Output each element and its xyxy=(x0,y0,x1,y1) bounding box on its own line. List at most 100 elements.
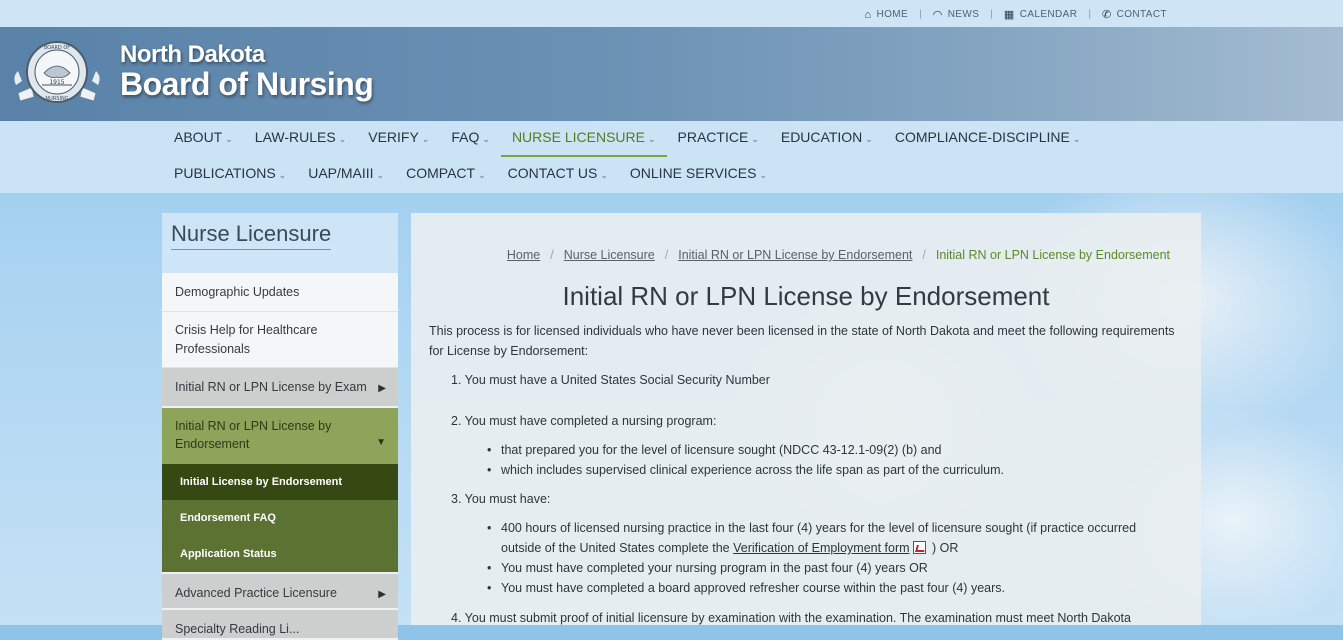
requirement-3-bullet-1: 400 hours of licensed nursing practice i… xyxy=(487,518,1161,558)
sidebar-item-label: Specialty Reading Li... xyxy=(175,622,300,636)
nav-item-education[interactable]: EDUCATION ⌄ xyxy=(770,121,884,157)
nav-item-label: COMPLIANCE-DISCIPLINE xyxy=(894,129,1070,145)
sidebar-title: Nurse Licensure xyxy=(162,213,398,273)
verification-of-employment-link[interactable]: Verification of Employment form xyxy=(733,541,909,555)
nav-item-online-services[interactable]: ONLINE SERVICES ⌄ xyxy=(619,157,778,193)
home-icon: ⌂ xyxy=(864,8,872,21)
main-nav-row-1: ABOUT ⌄ LAW-RULES ⌄ VERIFY ⌄ FAQ ⌄ NURSE LIC… xyxy=(163,121,1091,157)
chevron-down-icon: ⌄ xyxy=(865,134,873,144)
sidebar-subitem-endorsement-faq[interactable]: Endorsement FAQ xyxy=(162,500,398,536)
sidebar-item-label: Initial RN or LPN License by Exam xyxy=(175,380,367,394)
nav-item-compact[interactable]: COMPACT ⌄ xyxy=(395,157,497,193)
site-brand[interactable]: North Dakota Board of Nursing xyxy=(120,42,374,102)
sidebar-item-demographic-updates[interactable]: Demographic Updates xyxy=(162,273,398,312)
sidebar-subitem-initial-license-by-endorsement[interactable]: Initial License by Endorsement xyxy=(162,464,398,500)
utility-bar: ⌂ HOME | ◠ NEWS | ▦ CALENDAR | ✆ CONTACT xyxy=(0,0,1343,27)
board-seal-logo[interactable]: BOARD OF 1915 NURSING xyxy=(12,37,102,111)
chevron-down-icon: ⌄ xyxy=(600,170,608,180)
caret-down-icon: ▼ xyxy=(376,437,386,448)
sidebar-item-label: Advanced Practice Licensure xyxy=(175,586,337,600)
chevron-down-icon: ⌄ xyxy=(482,134,490,144)
utility-nav: ⌂ HOME | ◠ NEWS | ▦ CALENDAR | ✆ CONTACT xyxy=(864,8,1167,22)
chevron-down-icon: ⌄ xyxy=(338,134,347,144)
requirement-4: 4. You must submit proof of initial lice… xyxy=(451,611,1131,625)
nav-item-label: LAW-RULES xyxy=(254,129,336,145)
requirement-1: 1. You must have a United States Social … xyxy=(451,373,770,387)
requirement-3-bullet-2: You must have completed your nursing pro… xyxy=(487,558,1161,578)
sidebar-subitem-label: Endorsement FAQ xyxy=(180,512,276,524)
rss-icon: ◠ xyxy=(932,9,943,21)
util-contact-label: CONTACT xyxy=(1116,9,1167,20)
bullet-text-end: ) OR xyxy=(928,541,959,555)
nav-item-nurse-licensure[interactable]: NURSE LICENSURE ⌄ xyxy=(500,121,667,157)
util-home-link[interactable]: ⌂ HOME xyxy=(864,9,908,21)
util-news-link[interactable]: ◠ NEWS xyxy=(933,8,980,21)
chevron-down-icon: ⌄ xyxy=(225,134,233,144)
requirement-2-bullet-2: which includes supervised clinical exper… xyxy=(487,460,1161,480)
sidebar-item-license-by-endorsement[interactable]: Initial RN or LPN License by Endorsement… xyxy=(162,408,398,464)
chevron-down-icon: ⌄ xyxy=(421,134,430,144)
chevron-down-icon: ⌄ xyxy=(278,170,287,180)
util-calendar-link[interactable]: ▦ CALENDAR xyxy=(1004,8,1077,21)
seal-bottom-text: NURSING xyxy=(45,96,68,102)
breadcrumb: Home / Nurse Licensure / Initial RN or L… xyxy=(507,248,1170,262)
nav-item-label: NURSE LICENSURE xyxy=(511,129,645,145)
caret-right-icon: ▶ xyxy=(378,383,386,394)
nav-item-contact-us[interactable]: CONTACT US ⌄ xyxy=(497,157,619,193)
nav-item-publications[interactable]: PUBLICATIONS ⌄ xyxy=(163,157,297,193)
nav-item-compliance-discipline[interactable]: COMPLIANCE-DISCIPLINE ⌄ xyxy=(884,121,1092,157)
sidebar-title-text: Nurse Licensure xyxy=(171,221,332,250)
nav-item-label: ABOUT xyxy=(174,129,223,145)
nav-item-label: FAQ xyxy=(451,129,480,145)
breadcrumb-nurse-licensure[interactable]: Nurse Licensure xyxy=(564,248,655,262)
chevron-down-icon: ⌄ xyxy=(647,134,656,144)
main-navigation: ABOUT ⌄ LAW-RULES ⌄ VERIFY ⌄ FAQ ⌄ NURSE LIC… xyxy=(0,121,1343,193)
sidebar-item-license-by-exam[interactable]: Initial RN or LPN License by Exam ▶ xyxy=(162,368,398,408)
sidebar-item-crisis-help[interactable]: Crisis Help for Healthcare Professionals xyxy=(162,312,398,368)
caret-right-icon: ▶ xyxy=(378,589,386,600)
nav-item-label: EDUCATION xyxy=(780,129,863,145)
nav-item-faq[interactable]: FAQ ⌄ xyxy=(440,121,501,157)
nav-item-law-rules[interactable]: LAW-RULES ⌄ xyxy=(244,121,357,157)
breadcrumb-separator: / xyxy=(550,248,554,262)
breadcrumb-separator: / xyxy=(922,248,926,262)
seal-top-text: BOARD OF xyxy=(44,45,70,51)
breadcrumb-home[interactable]: Home xyxy=(507,248,540,262)
intro-paragraph: This process is for licensed individuals… xyxy=(429,324,1175,358)
sidebar-item-label: Initial RN or LPN License by Endorsement xyxy=(175,419,332,451)
calendar-icon: ▦ xyxy=(1003,9,1015,21)
nav-item-label: ONLINE SERVICES xyxy=(629,165,757,181)
util-contact-link[interactable]: ✆ CONTACT xyxy=(1102,8,1167,21)
sidebar-item-label: Crisis Help for Healthcare Professionals xyxy=(175,323,318,356)
sidebar: Nurse Licensure Demographic Updates Cris… xyxy=(162,213,398,640)
nav-item-uap-maiii[interactable]: UAP/MAIII ⌄ xyxy=(297,157,395,193)
util-calendar-label: CALENDAR xyxy=(1019,9,1078,20)
nav-item-label: PRACTICE xyxy=(677,129,749,145)
nav-item-label: COMPACT xyxy=(406,165,476,181)
breadcrumb-separator: / xyxy=(664,248,669,262)
requirement-3-bullet-3: You must have completed a board approved… xyxy=(487,578,1161,598)
seal-year-text: 1915 xyxy=(49,79,64,86)
nav-item-verify[interactable]: VERIFY ⌄ xyxy=(357,121,440,157)
main-content: Home / Nurse Licensure / Initial RN or L… xyxy=(411,213,1201,625)
util-separator: | xyxy=(1088,9,1091,20)
nav-item-label: VERIFY xyxy=(368,129,419,145)
nav-item-practice[interactable]: PRACTICE ⌄ xyxy=(667,121,770,157)
brand-line-2: Board of Nursing xyxy=(120,66,374,102)
sidebar-subitem-label: Initial License by Endorsement xyxy=(180,476,342,488)
chevron-down-icon: ⌄ xyxy=(759,170,767,180)
util-separator: | xyxy=(990,9,993,20)
chevron-down-icon: ⌄ xyxy=(376,170,385,180)
chevron-down-icon: ⌄ xyxy=(751,134,759,144)
sidebar-subitem-application-status[interactable]: Application Status xyxy=(162,536,398,572)
sidebar-item-specialty[interactable]: Specialty Reading Li... xyxy=(162,610,398,640)
nav-item-about[interactable]: ABOUT ⌄ xyxy=(163,121,244,157)
nav-item-label: CONTACT US xyxy=(507,165,598,181)
page-title: Initial RN or LPN License by Endorsement xyxy=(562,281,1050,311)
pdf-icon[interactable] xyxy=(912,541,926,554)
breadcrumb-license-by-endorsement[interactable]: Initial RN or LPN License by Endorsement xyxy=(678,248,912,262)
sidebar-item-advanced-practice[interactable]: Advanced Practice Licensure ▶ xyxy=(162,572,398,610)
sidebar-subitem-label: Application Status xyxy=(180,548,277,560)
nav-item-label: PUBLICATIONS xyxy=(174,165,276,181)
breadcrumb-current: Initial RN or LPN License by Endorsement xyxy=(935,248,1170,262)
